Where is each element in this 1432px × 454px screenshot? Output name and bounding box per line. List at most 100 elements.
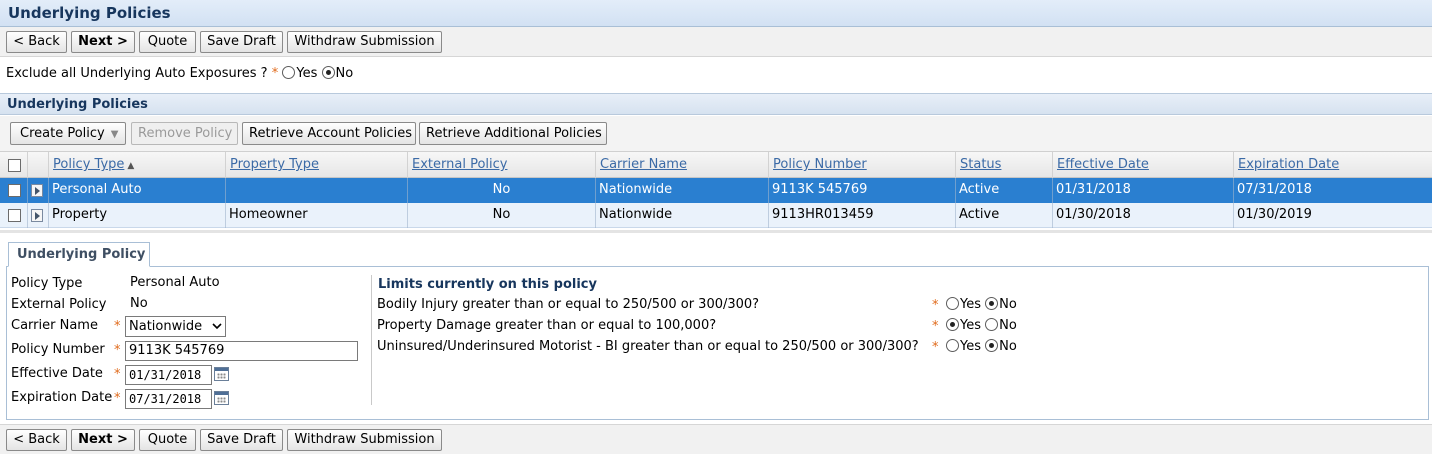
no-label: No [999,318,1017,333]
exclude-yes-label: Yes [296,66,318,81]
required-marker: * [114,319,121,334]
property-damage-yes-radio[interactable] [946,318,959,331]
uninsured-motorist-no-radio[interactable] [985,339,999,352]
withdraw-submission-button[interactable]: Withdraw Submission [287,31,442,53]
carrier-name-select[interactable]: Nationwide [125,316,226,337]
next-button[interactable]: Next > [71,429,135,451]
row-checkbox[interactable] [8,184,21,197]
column-header-external-policy[interactable]: External Policy [408,152,596,178]
back-button[interactable]: < Back [6,429,67,451]
policy-number-label: Policy Number [11,342,105,357]
yes-label: Yes [960,318,981,333]
cell-expiration-date: 01/30/2019 [1237,207,1312,222]
required-marker: * [932,319,939,334]
expand-row-icon[interactable] [31,209,43,222]
quote-button[interactable]: Quote [139,31,196,53]
row-checkbox[interactable] [8,209,21,222]
policy-number-input[interactable]: 9113K 545769 [125,341,358,361]
exclude-no-label: No [335,66,354,81]
withdraw-submission-button[interactable]: Withdraw Submission [287,429,442,451]
external-policy-value: No [130,296,148,311]
remove-policy-button[interactable]: Remove Policy [131,122,238,145]
column-header-policy-number[interactable]: Policy Number [769,152,956,178]
policy-grid-header: Policy Type ▲ Property Type External Poli… [0,152,1432,178]
retrieve-account-policies-button[interactable]: Retrieve Account Policies [242,122,416,145]
next-button[interactable]: Next > [71,31,135,53]
section-title: Underlying Policies [7,97,148,112]
expander-header-cell [28,152,49,178]
quote-button[interactable]: Quote [139,429,196,451]
column-header-expiration-date[interactable]: Expiration Date [1234,152,1432,178]
column-header-effective-date[interactable]: Effective Date [1053,152,1234,178]
chevron-down-icon [212,323,222,330]
required-marker: * [114,343,121,358]
bottom-toolbar: < Back Next > Quote Save Draft Withdraw … [0,424,1432,454]
column-label: Policy Type [53,157,125,172]
required-marker: * [271,66,279,81]
uninsured-motorist-yes-radio[interactable] [946,339,959,352]
cell-effective-date: 01/30/2018 [1053,203,1234,228]
create-policy-dropdown[interactable]: Create Policy ▼ [10,122,126,145]
sort-ascending-icon: ▲ [127,161,135,171]
column-header-status[interactable]: Status [956,152,1053,178]
policy-list-toolbar: Create Policy ▼ Remove Policy Retrieve Ac… [0,116,1432,152]
property-damage-no-radio[interactable] [985,318,999,331]
exclude-auto-exposures-label: Exclude all Underlying Auto Exposures ? [6,66,268,81]
required-marker: * [932,298,939,313]
select-all-checkbox[interactable] [8,159,21,172]
bodily-injury-question: Bodily Injury greater than or equal to 2… [377,297,760,312]
back-button[interactable]: < Back [6,31,67,53]
uninsured-motorist-radio-group: Yes No [946,339,1017,354]
carrier-name-label: Carrier Name [11,318,98,333]
tab-underlying-policy[interactable]: Underlying Policy [8,242,150,267]
calendar-icon[interactable] [214,391,229,405]
column-header-property-type[interactable]: Property Type [226,152,408,178]
uninsured-motorist-question: Uninsured/Underinsured Motorist - BI gre… [377,339,919,354]
column-divider [371,275,372,405]
row-select-cell [0,178,28,203]
save-draft-button[interactable]: Save Draft [200,31,283,53]
bodily-injury-yes-radio[interactable] [946,297,959,310]
column-header-policy-type[interactable]: Policy Type ▲ [49,152,226,178]
limits-section-title: Limits currently on this policy [378,277,597,292]
yes-label: Yes [960,297,981,312]
expiration-date-input[interactable]: 07/31/2018 [125,389,212,409]
cell-policy-number: 9113K 545769 [769,178,956,203]
save-draft-button[interactable]: Save Draft [200,429,283,451]
retrieve-additional-policies-button[interactable]: Retrieve Additional Policies [419,122,607,145]
cell-status: Active [956,203,1053,228]
yes-label: Yes [960,339,981,354]
cell-external-policy: No [408,178,596,203]
cell-policy-type: Property [49,203,226,228]
expand-row-icon[interactable] [31,184,43,197]
effective-date-input[interactable]: 01/31/2018 [125,365,212,385]
carrier-name-selected: Nationwide [129,319,203,334]
effective-date-label: Effective Date [11,366,103,381]
table-row[interactable]: Property Homeowner No Nationwide 9113HR0… [0,203,1432,228]
cell-carrier-name: Nationwide [596,178,769,203]
no-label: No [999,297,1017,312]
column-header-carrier-name[interactable]: Carrier Name [596,152,769,178]
table-row[interactable]: Personal Auto No Nationwide 9113K 545769… [0,178,1432,203]
external-policy-label: External Policy [11,297,107,312]
exclude-yes-radio[interactable] [282,66,296,79]
cell-carrier-name: Nationwide [596,203,769,228]
top-toolbar: < Back Next > Quote Save Draft Withdraw … [0,27,1432,57]
exclude-no-radio[interactable] [321,66,335,79]
bodily-injury-no-radio[interactable] [985,297,999,310]
select-all-cell [0,152,28,178]
policy-type-value: Personal Auto [130,275,220,290]
required-marker: * [114,391,121,406]
create-policy-label: Create Policy [20,126,105,141]
page-header: Underlying Policies [0,0,1432,27]
cell-external-policy: No [408,203,596,228]
row-expander-cell [28,203,49,228]
expiration-date-label: Expiration Date [11,390,113,405]
cell-property-type [226,178,408,203]
policy-type-label: Policy Type [11,276,83,291]
cell-status: Active [956,178,1053,203]
row-expander-cell [28,178,49,203]
underlying-policies-section-header: Underlying Policies [0,93,1432,115]
exclude-auto-exposures-row: Exclude all Underlying Auto Exposures ? … [6,66,353,84]
calendar-icon[interactable] [214,367,229,381]
